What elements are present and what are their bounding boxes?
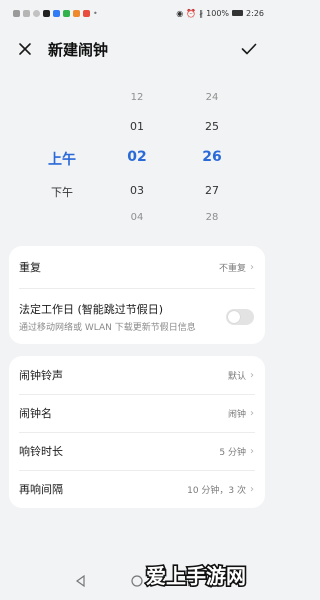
watermark-logo: 爱上手游网: [144, 558, 264, 592]
ring-duration-label: 响铃时长: [19, 445, 63, 458]
holiday-row[interactable]: 法定工作日 (智能跳过节假日) 通过移动网络或 WLAN 下载更新节假日信息: [9, 289, 265, 344]
more-notifications-icon: •: [93, 8, 98, 18]
app-blue-icon: [53, 9, 60, 17]
clock-time: 2:26: [246, 8, 264, 18]
holiday-label: 法定工作日 (智能跳过节假日): [19, 302, 164, 316]
repeat-label: 重复: [19, 261, 41, 274]
confirm-button[interactable]: [238, 38, 260, 60]
battery-level: 100%: [206, 8, 230, 18]
chevron-right-icon: ›: [250, 261, 254, 273]
alarm-name-value: 闹钟: [227, 409, 246, 420]
hour-option[interactable]: 12: [107, 92, 167, 103]
alarm-name-label: 闹钟名: [19, 407, 52, 420]
eye-icon: ◉: [176, 8, 184, 18]
snooze-label: 再响间隔: [19, 483, 63, 496]
alarm-name-row[interactable]: 闹钟名 闹钟 ›: [9, 394, 265, 432]
ringtone-value: 默认: [227, 371, 246, 382]
status-right: ◉ ⏰ ∦ 100% 2:26: [176, 9, 264, 18]
holiday-text: 法定工作日 (智能跳过节假日) 通过移动网络或 WLAN 下载更新节假日信息: [19, 301, 226, 333]
chevron-right-icon: ›: [250, 483, 254, 495]
minute-option[interactable]: 25: [182, 120, 242, 133]
new-alarm-screen: • ◉ ⏰ ∦ 100% 2:26 新建闹钟 上午 下午 12 01 02 03…: [0, 0, 274, 600]
hour-selected[interactable]: 02: [107, 149, 167, 165]
alarm-icon: ⏰: [186, 8, 197, 18]
toggle-knob: [228, 310, 240, 323]
app-orange-icon: [73, 9, 80, 17]
tiktok-icon: [43, 9, 50, 17]
svg-text:爱上手游网: 爱上手游网: [146, 564, 246, 588]
ampm-am[interactable]: 上午: [32, 149, 92, 169]
sim-icon: [13, 9, 20, 17]
battery-icon: [232, 10, 244, 16]
repeat-value: 不重复: [218, 263, 246, 274]
back-button[interactable]: [74, 574, 88, 588]
home-circle-icon: [131, 575, 143, 587]
holiday-sub: 通过移动网络或 WLAN 下载更新节假日信息: [19, 322, 196, 333]
watermark-icon: 爱上手游网: [144, 562, 247, 589]
home-button[interactable]: [130, 574, 144, 588]
chevron-right-icon: ›: [250, 445, 254, 457]
status-bar: • ◉ ⏰ ∦ 100% 2:26: [0, 0, 274, 26]
settings-card-alarm: 闹钟铃声 默认 › 闹钟名 闹钟 › 响铃时长 5 分钟 › 再响间隔 10 分…: [9, 356, 265, 508]
app-red-icon: [83, 9, 90, 17]
ring-duration-value: 5 分钟: [219, 447, 246, 458]
ringtone-label: 闹钟铃声: [19, 369, 63, 382]
ring-duration-row[interactable]: 响铃时长 5 分钟 ›: [9, 432, 265, 470]
status-left: •: [13, 9, 98, 18]
holiday-toggle[interactable]: [226, 308, 254, 325]
signal-icon: [23, 9, 30, 17]
time-picker: 上午 下午 12 01 02 03 04 24 25 26 27 28: [0, 86, 274, 232]
repeat-row[interactable]: 重复 不重复 ›: [9, 246, 265, 288]
check-icon: [241, 43, 257, 55]
snooze-value: 10 分钟，3 次: [187, 485, 246, 496]
wifi-icon: [33, 9, 40, 17]
close-button[interactable]: [14, 38, 36, 60]
settings-card-repeat: 重复 不重复 › 法定工作日 (智能跳过节假日) 通过移动网络或 WLAN 下载…: [9, 246, 265, 344]
minute-option[interactable]: 28: [182, 212, 242, 223]
bluetooth-icon: ∦: [199, 8, 204, 18]
ampm-pm[interactable]: 下午: [32, 184, 92, 200]
hour-option[interactable]: 04: [107, 212, 167, 223]
minute-option[interactable]: 24: [182, 92, 242, 103]
close-icon: [19, 43, 31, 55]
chevron-right-icon: ›: [250, 407, 254, 419]
ringtone-row[interactable]: 闹钟铃声 默认 ›: [9, 356, 265, 394]
chevron-right-icon: ›: [250, 369, 254, 381]
minute-selected[interactable]: 26: [182, 149, 242, 165]
page-title: 新建闹钟: [48, 40, 109, 59]
minute-option[interactable]: 27: [182, 184, 242, 197]
header: 新建闹钟: [0, 32, 274, 66]
app-green-icon: [63, 9, 70, 17]
snooze-row[interactable]: 再响间隔 10 分钟，3 次 ›: [9, 470, 265, 508]
hour-option[interactable]: 01: [107, 120, 167, 133]
hour-option[interactable]: 03: [107, 184, 167, 197]
back-triangle-icon: [75, 575, 85, 587]
